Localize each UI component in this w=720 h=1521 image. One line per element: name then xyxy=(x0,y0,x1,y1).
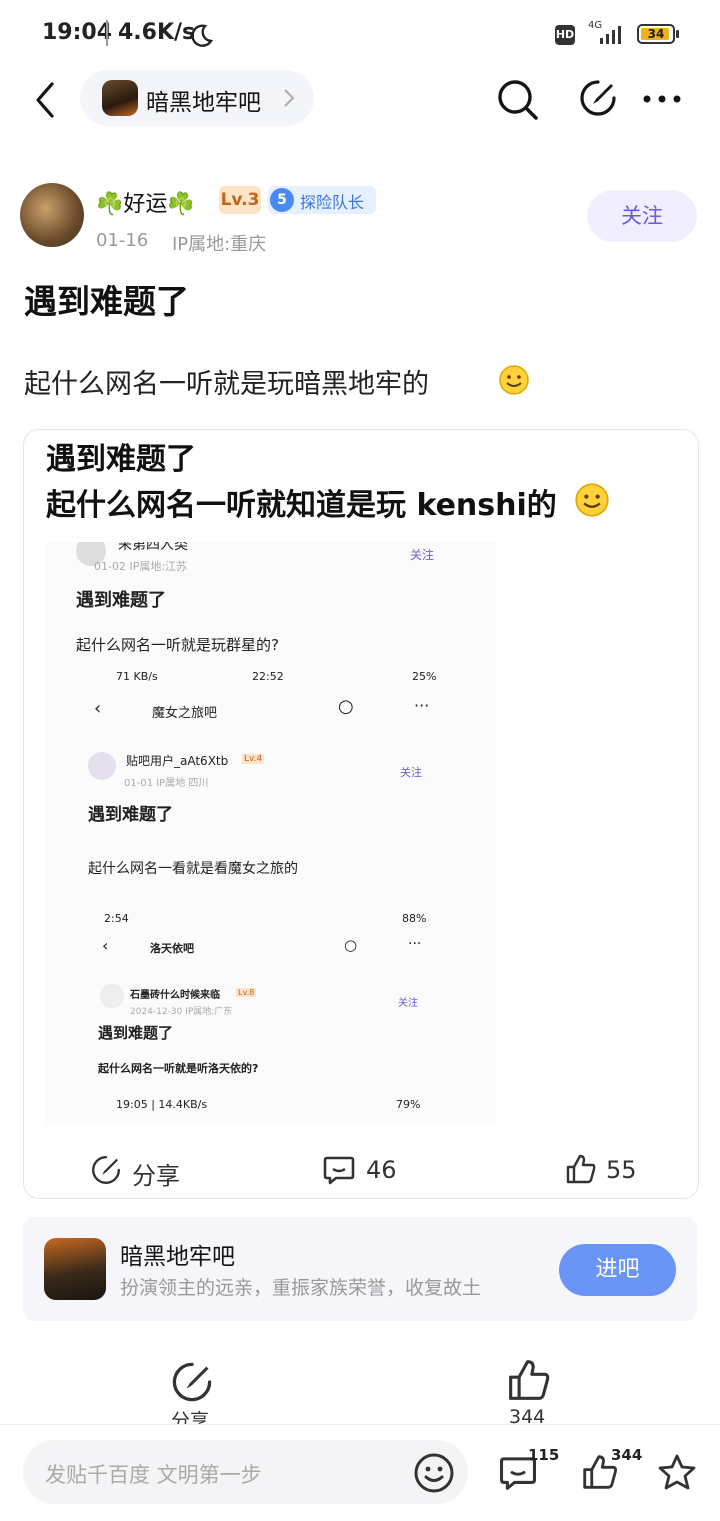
nested2-user: 贴吧用户_aAt6Xtb xyxy=(126,754,229,768)
forum-name: 暗黑地牢吧 xyxy=(146,90,261,116)
post-title: 遇到难题了 xyxy=(24,282,189,321)
share-icon[interactable] xyxy=(90,1154,122,1186)
edit-icon[interactable] xyxy=(578,78,618,118)
nested2-follow: 关注 xyxy=(400,766,422,779)
share-icon[interactable] xyxy=(170,1360,214,1404)
status-speed: 4.6K/s xyxy=(118,20,196,45)
nested4-status-right: 79% xyxy=(396,1098,421,1111)
nested3-user: 石墨砖什么时候来临 xyxy=(130,990,220,1001)
reply-input[interactable]: 发贴千百度 文明第一步 xyxy=(23,1440,468,1504)
forum-card-name: 暗黑地牢吧 xyxy=(120,1244,235,1270)
back-arrow-icon[interactable] xyxy=(28,78,68,122)
nested3-search-icon: ○ xyxy=(344,936,358,954)
title-badge: 5 探险队长 xyxy=(268,186,376,214)
nested2-meta: 01-01 IP属地 四川 xyxy=(124,778,209,789)
nested-avatar xyxy=(100,984,124,1008)
forum-pill[interactable]: 暗黑地牢吧 xyxy=(80,70,314,126)
like-icon[interactable] xyxy=(505,1356,553,1404)
author-avatar[interactable] xyxy=(20,183,84,247)
battery-icon: 34 xyxy=(637,24,675,44)
emoji-icon[interactable] xyxy=(413,1452,455,1494)
nested3-more-icon: ··· xyxy=(408,936,422,952)
signal-icon xyxy=(600,26,621,44)
like-count-small: 344 xyxy=(611,1446,643,1464)
nested1-follow: 关注 xyxy=(410,548,435,562)
nested2-more-icon: ··· xyxy=(414,696,430,715)
nested1-meta: 01-02 IP属地:江苏 xyxy=(94,560,188,573)
nested3-level: Lv.8 xyxy=(236,988,257,997)
battery-level: 34 xyxy=(647,27,665,41)
comment-icon[interactable] xyxy=(322,1154,356,1186)
post-ip: IP属地:重庆 xyxy=(172,234,267,255)
comment-count: 115 xyxy=(528,1446,560,1464)
smile-emoji-icon xyxy=(575,483,609,517)
nested-screenshot: 采第四人类 关注 01-02 IP属地:江苏 遇到难题了 起什么网名一听就是玩群… xyxy=(46,542,496,1124)
reply-placeholder: 发贴千百度 文明第一步 xyxy=(45,1463,262,1487)
author-name[interactable]: ☘️好运☘️ xyxy=(96,186,195,218)
status-time: 19:04 xyxy=(42,20,113,45)
hd-icon: HD xyxy=(555,25,575,45)
forum-avatar xyxy=(102,80,138,116)
nested2-status-right: 25% xyxy=(412,670,437,683)
post-image-card[interactable]: 遇到难题了 起什么网名一听就知道是玩 kenshi的 采第四人类 关注 01-0… xyxy=(23,429,699,1199)
nested2-back-icon: ‹ xyxy=(94,698,102,719)
nested1-user: 采第四人类 xyxy=(118,542,188,553)
nested2-body: 起什么网名一看就是看魔女之旅的 xyxy=(88,861,298,877)
nested4-status-left: 19:05 | 14.4KB/s xyxy=(116,1098,208,1111)
nested3-follow: 关注 xyxy=(398,998,418,1009)
nested2-status-left: 71 KB/s xyxy=(116,670,158,683)
nested2-title: 遇到难题了 xyxy=(88,805,173,825)
card-share-label[interactable]: 分享 xyxy=(132,1156,180,1191)
badge-text: 探险队长 xyxy=(300,193,365,212)
follow-button[interactable]: 关注 xyxy=(587,190,697,242)
nested3-meta: 2024-12-30 IP属地:广东 xyxy=(130,1007,233,1017)
smile-emoji-icon xyxy=(499,365,529,395)
level-badge: Lv.3 xyxy=(219,186,261,214)
card-actions: 分享 46 55 xyxy=(24,1142,698,1198)
star-icon[interactable] xyxy=(656,1452,698,1494)
nested3-back-icon: ‹ xyxy=(102,936,109,955)
chevron-right-icon xyxy=(284,89,295,107)
enter-forum-button[interactable]: 进吧 xyxy=(559,1244,676,1296)
nested1-body: 起什么网名一听就是玩群星的? xyxy=(76,636,279,654)
card-comment-count: 46 xyxy=(366,1156,397,1184)
post-body: 起什么网名一听就是玩暗黑地牢的 xyxy=(24,369,429,400)
nested2-level: Lv.4 xyxy=(242,754,265,764)
nested1-title: 遇到难题了 xyxy=(76,590,166,611)
battery-tip xyxy=(676,30,679,38)
nested3-forum: 洛天依吧 xyxy=(150,942,194,955)
like-icon[interactable] xyxy=(564,1152,598,1186)
nested-avatar xyxy=(88,752,116,780)
moon-icon xyxy=(191,24,214,47)
post-date: 01-16 xyxy=(96,230,149,251)
nested2-status-time: 22:52 xyxy=(252,670,284,683)
nested3-status-right: 88% xyxy=(402,912,427,925)
forum-card-avatar xyxy=(44,1238,106,1300)
status-divider xyxy=(106,20,108,46)
image-line-2: 起什么网名一听就知道是玩 kenshi的 xyxy=(46,488,557,523)
status-bar: 19:04 4.6K/s HD 4G 34 xyxy=(0,0,720,70)
badge-number: 5 xyxy=(270,188,294,212)
nested3-body: 起什么网名一听就是听洛天依的? xyxy=(98,1062,259,1075)
search-icon[interactable] xyxy=(494,76,540,122)
nested2-search-icon: ○ xyxy=(338,696,354,717)
more-icon[interactable] xyxy=(640,84,684,114)
nested2-forum: 魔女之旅吧 xyxy=(152,706,218,721)
nested3-status-time: 2:54 xyxy=(104,912,129,925)
card-like-count: 55 xyxy=(606,1156,637,1184)
image-line-1: 遇到难题了 xyxy=(46,442,196,477)
forum-card-desc: 扮演领主的远亲，重振家族荣誉，收复故土 xyxy=(120,1277,482,1299)
nested3-title: 遇到难题了 xyxy=(98,1024,174,1042)
